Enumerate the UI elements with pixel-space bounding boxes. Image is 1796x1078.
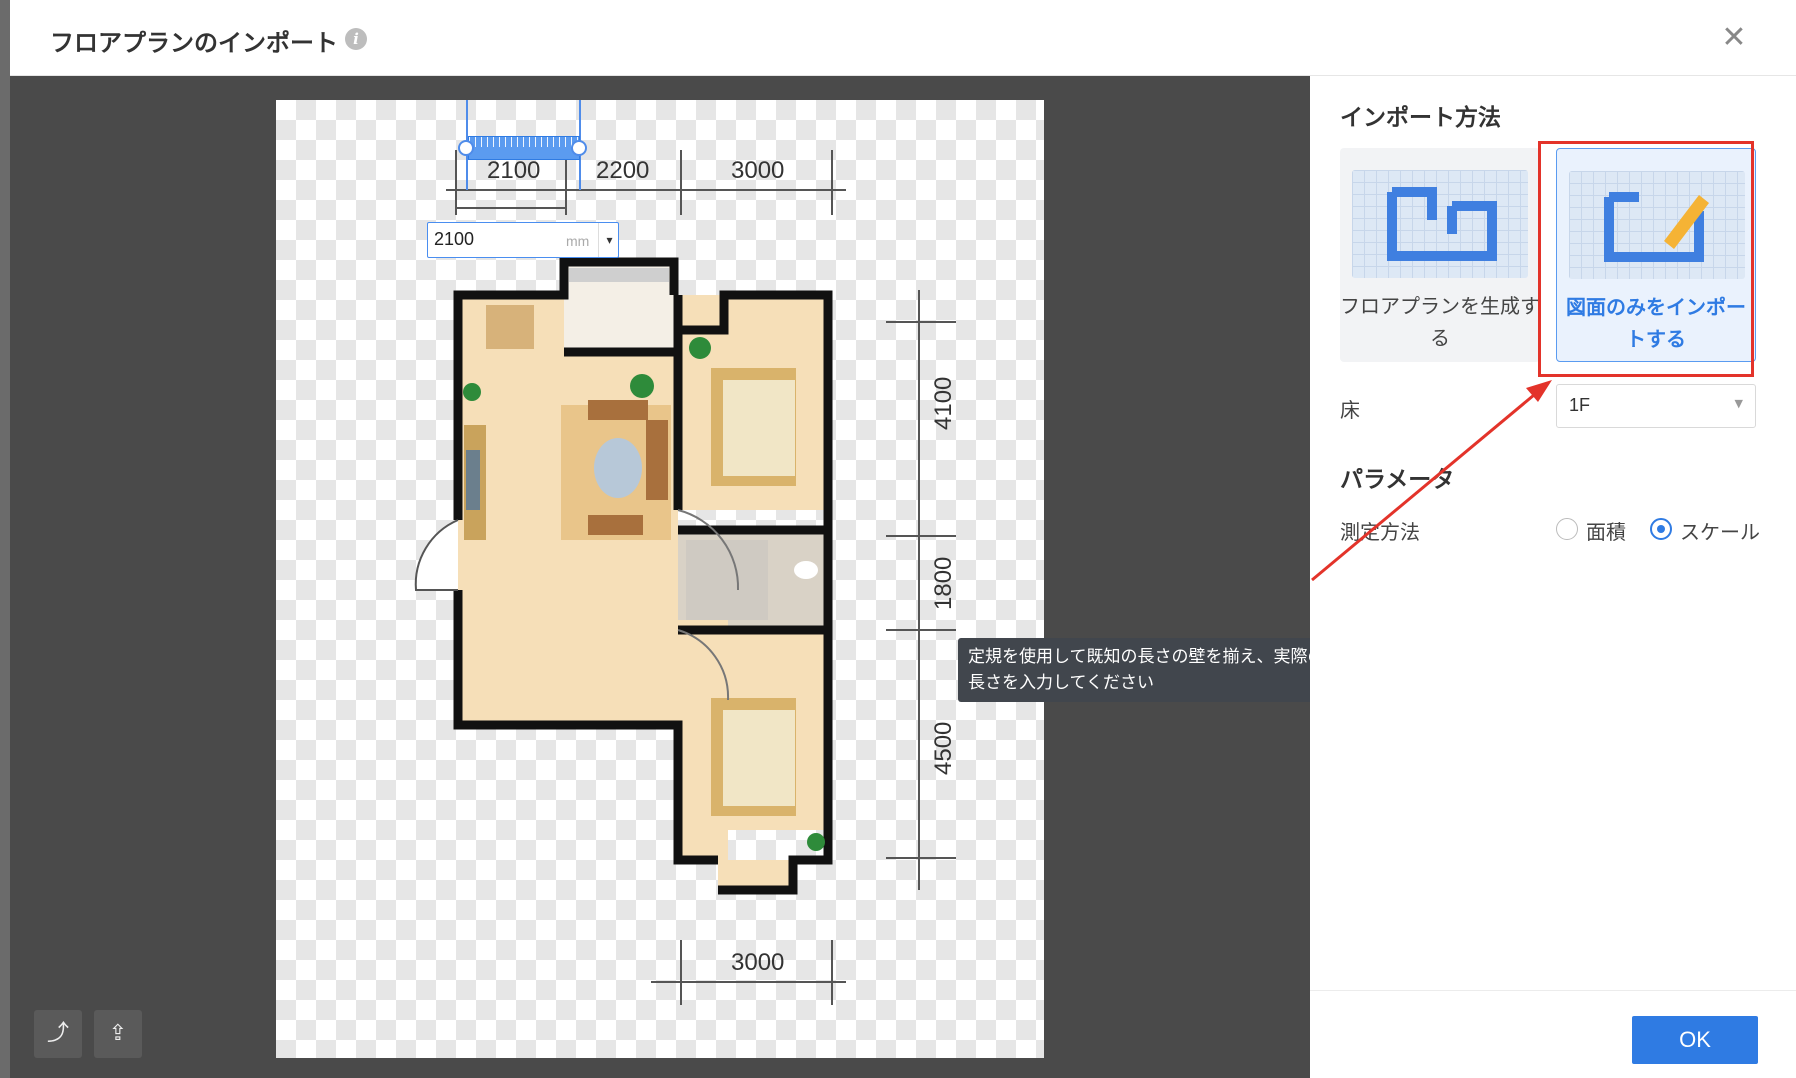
upload-icon[interactable]: ⇪ bbox=[94, 1010, 142, 1058]
ruler-handle-left[interactable] bbox=[458, 140, 474, 156]
close-icon[interactable]: ✕ bbox=[1718, 22, 1750, 54]
toilet bbox=[794, 561, 818, 579]
coffee-table bbox=[594, 438, 642, 498]
plant bbox=[807, 833, 825, 851]
import-dialog: フロアプランのインポート i ✕ 2100 2200 3000 4100 180… bbox=[10, 0, 1796, 1078]
radio-area[interactable] bbox=[1556, 518, 1578, 540]
rotate-icon[interactable]: ⤴ bbox=[34, 1010, 82, 1058]
dialog-title: フロアプランのインポート bbox=[50, 29, 338, 57]
plan-canvas[interactable]: 2100 2200 3000 4100 1800 4500 3000 2100 … bbox=[10, 76, 1348, 1078]
dim-label: 2200 bbox=[596, 157, 649, 184]
floor-label: 床 bbox=[1340, 398, 1360, 422]
import-method-title: インポート方法 bbox=[1340, 105, 1501, 131]
measure-label: 測定方法 bbox=[1340, 520, 1420, 544]
sofa bbox=[646, 420, 668, 500]
dim-label: 4100 bbox=[930, 377, 957, 430]
radio-scale[interactable] bbox=[1650, 518, 1672, 540]
card-label: フロアプランを生成する bbox=[1340, 294, 1540, 350]
length-unit: mm bbox=[566, 233, 590, 249]
ruler-handle-right[interactable] bbox=[571, 140, 587, 156]
sofa bbox=[588, 515, 643, 535]
ok-button[interactable]: OK bbox=[1632, 1016, 1758, 1064]
ruler-bar[interactable] bbox=[468, 136, 580, 160]
floor-plan-drawing: 2100 2200 3000 4100 1800 4500 3000 bbox=[414, 150, 957, 1005]
chevron-down-icon[interactable]: ▾ bbox=[598, 223, 620, 257]
plant bbox=[463, 383, 481, 401]
radio-area-label[interactable]: 面積 bbox=[1586, 516, 1626, 545]
length-value[interactable]: 2100 bbox=[434, 229, 474, 250]
footer-divider bbox=[1310, 990, 1796, 991]
dim-label: 1800 bbox=[930, 557, 957, 610]
bathroom bbox=[686, 540, 768, 620]
params-title: パラメータ bbox=[1340, 467, 1455, 493]
radio-scale-label[interactable]: スケール bbox=[1680, 516, 1760, 545]
floor-value: 1F bbox=[1569, 395, 1591, 415]
dim-label: 3000 bbox=[731, 157, 784, 184]
info-icon[interactable]: i bbox=[345, 28, 367, 50]
plant bbox=[630, 374, 654, 398]
dining-table bbox=[486, 305, 534, 349]
dim-label: 2100 bbox=[487, 157, 540, 184]
ruler-tooltip: 定規を使用して既知の長さの壁を揃え、実際の長さを入力してください bbox=[958, 638, 1348, 702]
chevron-down-icon: ▼ bbox=[1734, 397, 1743, 410]
kitchen-counter bbox=[569, 268, 669, 282]
dim-label: 3000 bbox=[731, 949, 784, 976]
floorplan-generate-icon bbox=[1352, 170, 1528, 278]
bed bbox=[723, 380, 795, 476]
dim-label: 4500 bbox=[930, 722, 957, 775]
sofa bbox=[588, 400, 648, 420]
tv bbox=[466, 450, 480, 510]
floor-select[interactable]: 1F ▼ bbox=[1556, 384, 1756, 428]
generate-floorplan-card[interactable]: フロアプランを生成する bbox=[1340, 148, 1540, 362]
bed bbox=[723, 710, 795, 806]
highlight-box bbox=[1538, 141, 1754, 377]
plant bbox=[689, 337, 711, 359]
floor-plan-image: 2100 2200 3000 4100 1800 4500 3000 bbox=[276, 100, 1044, 1058]
dialog-header: フロアプランのインポート i ✕ bbox=[10, 0, 1796, 76]
length-input[interactable]: 2100 mm ▾ bbox=[427, 222, 619, 258]
entrance-door bbox=[414, 519, 459, 591]
